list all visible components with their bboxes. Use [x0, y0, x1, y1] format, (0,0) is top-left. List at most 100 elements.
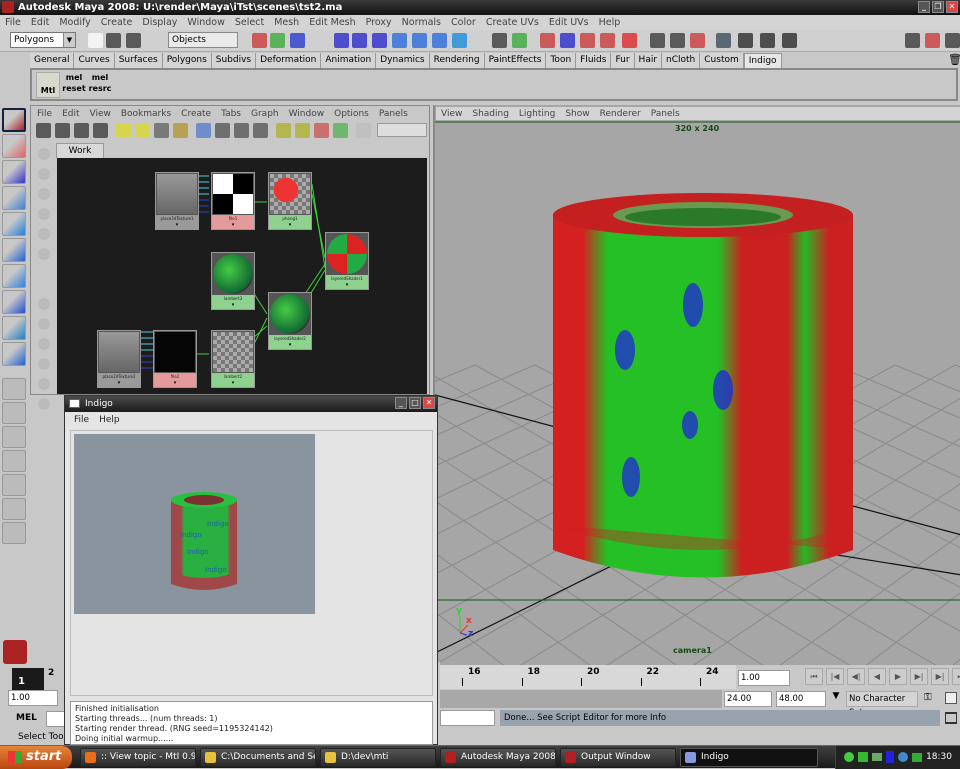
node-file1[interactable]: file1 ▾	[211, 172, 255, 230]
indigo-title-bar[interactable]: Indigo _ □ ✕	[65, 396, 437, 412]
render-settings-icon[interactable]	[782, 33, 797, 48]
show-manipulator-icon[interactable]	[2, 316, 26, 340]
time-slider[interactable]: 16 18 20 22 24	[440, 665, 736, 689]
back-arrow-icon[interactable]	[116, 123, 131, 138]
menu-help[interactable]: Help	[594, 17, 626, 28]
layout-graph-icon[interactable]	[2, 450, 26, 472]
menu-color[interactable]: Color	[446, 17, 481, 28]
node-expand-bar[interactable]: ▾	[98, 380, 140, 387]
play-forwards-button[interactable]: ▶	[889, 668, 907, 685]
shelf-tab-fluids[interactable]: Fluids	[576, 53, 612, 68]
hypershade-side-icon[interactable]	[38, 298, 50, 310]
node-expand-bar[interactable]: ▾	[326, 282, 368, 289]
node-expand-bar[interactable]: ▾	[269, 222, 311, 229]
hypershade-side-icon[interactable]	[38, 358, 50, 370]
hypershade-menu-graph[interactable]: Graph	[246, 109, 284, 119]
menu-edit-uvs[interactable]: Edit UVs	[544, 17, 594, 28]
menu-mesh[interactable]: Mesh	[269, 17, 304, 28]
current-time-field[interactable]: 1.00	[738, 670, 790, 686]
menu-proxy[interactable]: Proxy	[361, 17, 397, 28]
key-icon[interactable]: ⚿	[924, 692, 932, 703]
forward-arrow-icon[interactable]	[135, 123, 150, 138]
hypershade-menu-tabs[interactable]: Tabs	[216, 109, 246, 119]
snap-view-icon[interactable]	[600, 33, 615, 48]
node-expand-bar[interactable]: ▾	[212, 302, 254, 309]
attribute-editor-icon[interactable]	[905, 33, 920, 48]
menu-select[interactable]: Select	[230, 17, 269, 28]
maximize-button[interactable]: □	[409, 397, 421, 409]
restore-button[interactable]: ❐	[932, 1, 944, 13]
taskbar-item-d-dev-mti[interactable]: D:\dev\mti	[320, 748, 436, 767]
menu-set-dropdown[interactable]: Polygons ▼	[10, 32, 76, 48]
layout-outliner-icon[interactable]	[2, 426, 26, 448]
node-place2dtexture1[interactable]: place2dTexture1 ▾	[155, 172, 199, 230]
output-ops-icon[interactable]	[670, 33, 685, 48]
lasso-tool-icon[interactable]	[2, 134, 26, 158]
input-connections-icon[interactable]	[215, 123, 230, 138]
ipr-render-icon[interactable]	[760, 33, 775, 48]
perspective-viewport[interactable]: y x z	[433, 105, 960, 665]
anim-end-field[interactable]: 48.00	[776, 691, 826, 707]
menu-file[interactable]: File	[0, 17, 26, 28]
grid-snap-icon[interactable]	[540, 33, 555, 48]
snap-point-icon[interactable]	[372, 33, 387, 48]
minimize-button[interactable]: _	[395, 397, 407, 409]
chevron-down-icon[interactable]: ▼	[829, 691, 843, 707]
shelf-button-reset[interactable]: mel reset	[62, 72, 86, 98]
menu-edit[interactable]: Edit	[26, 17, 54, 28]
scale-tool-icon[interactable]	[2, 238, 26, 262]
lock-icon[interactable]	[492, 33, 507, 48]
render-globe-icon[interactable]	[452, 33, 467, 48]
save-scene-icon[interactable]	[126, 33, 141, 48]
up-downstream-icon[interactable]	[196, 123, 211, 138]
last-tool-icon[interactable]	[2, 342, 26, 366]
close-button[interactable]: ✕	[423, 397, 435, 409]
taskbar-item-indigo[interactable]: Indigo	[680, 748, 818, 767]
play-backwards-button[interactable]: ◀	[868, 668, 886, 685]
go-to-end-button[interactable]: ⏭	[952, 668, 960, 685]
make-live-icon[interactable]	[412, 33, 427, 48]
layout-bottom-icon[interactable]	[74, 123, 89, 138]
menu-create-uvs[interactable]: Create UVs	[481, 17, 544, 28]
start-button[interactable]: start	[0, 746, 72, 769]
viewport-menu-show[interactable]: Show	[560, 109, 594, 119]
open-scene-icon[interactable]	[106, 33, 121, 48]
reorder-icon[interactable]	[333, 123, 348, 138]
new-scene-icon[interactable]	[88, 33, 103, 48]
select-tool-icon[interactable]	[2, 108, 26, 132]
step-forward-frame-button[interactable]: ▶|	[910, 668, 928, 685]
shelf-tab-fur[interactable]: Fur	[611, 53, 635, 68]
taskbar-item-output-window[interactable]: Output Window	[560, 748, 676, 767]
hypershade-side-icon[interactable]	[38, 338, 50, 350]
hypershade-menu-window[interactable]: Window	[284, 109, 330, 119]
step-back-key-button[interactable]: |◀	[826, 668, 844, 685]
snap-grid-icon[interactable]	[334, 33, 349, 48]
tab-work-area[interactable]: Work Area	[56, 143, 104, 170]
layout-hypershade-icon[interactable]	[2, 474, 26, 496]
input-ops-icon[interactable]	[650, 33, 665, 48]
render-log[interactable]: Finished initialisation Starting threads…	[70, 701, 433, 745]
start-time-field[interactable]: 1.00	[8, 690, 58, 706]
command-line-input-wide[interactable]	[440, 710, 495, 726]
shelf-tab-hair[interactable]: Hair	[634, 53, 663, 68]
shelf-tab-subdivs[interactable]: Subdivs	[211, 53, 257, 68]
viewport-menu-shading[interactable]: Shading	[467, 109, 514, 119]
layout-top-icon[interactable]	[55, 123, 70, 138]
node-expand-bar[interactable]: ▾	[154, 380, 196, 387]
script-editor-icon[interactable]	[945, 712, 957, 724]
clear-graph-icon[interactable]	[36, 123, 51, 138]
node-place2dtexture2[interactable]: place2dTexture2 ▾	[97, 330, 141, 388]
shelf-tab-rendering[interactable]: Rendering	[429, 53, 485, 68]
shelf-tab-animation[interactable]: Animation	[321, 53, 377, 68]
shelf-tab-polygons[interactable]: Polygons	[162, 53, 212, 68]
node-expand-bar[interactable]: ▾	[212, 222, 254, 229]
maya-logo-icon[interactable]	[3, 640, 27, 664]
menu-window[interactable]: Window	[182, 17, 229, 28]
shelf-tab-custom[interactable]: Custom	[700, 53, 744, 68]
layout-persp-graph-icon[interactable]	[2, 498, 26, 520]
node-expand-bar[interactable]: ▾	[156, 222, 198, 229]
shelf-tab-deformation[interactable]: Deformation	[256, 53, 322, 68]
step-forward-key-button[interactable]: ▶|	[931, 668, 949, 685]
hypershade-menu-view[interactable]: View	[85, 109, 116, 119]
layout-more-icon[interactable]	[2, 522, 26, 544]
